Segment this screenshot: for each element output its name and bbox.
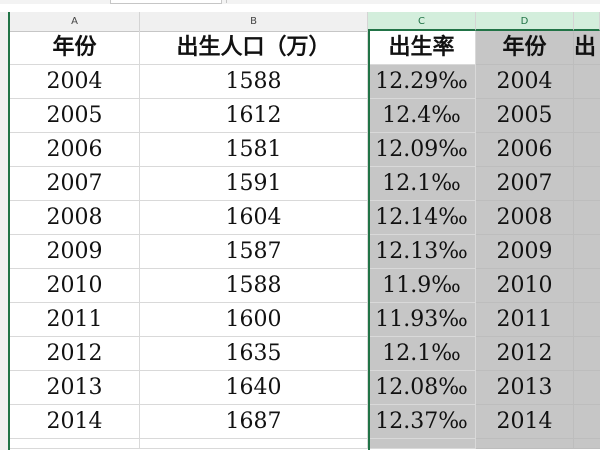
cell-partial[interactable] bbox=[574, 269, 600, 303]
column-header-e[interactable] bbox=[574, 12, 600, 31]
cell-births[interactable]: 1687 bbox=[140, 405, 368, 439]
cell-year[interactable]: 2011 bbox=[10, 303, 140, 337]
cell-year-2[interactable]: 2007 bbox=[476, 167, 574, 201]
cell-births[interactable]: 1604 bbox=[140, 201, 368, 235]
cell-year-2[interactable]: 2011 bbox=[476, 303, 574, 337]
cell-birth-rate[interactable]: 12.14‰ bbox=[368, 201, 476, 235]
cell-year-2[interactable]: 2014 bbox=[476, 405, 574, 439]
table-row: 2014 1687 12.37‰ 2014 bbox=[10, 405, 600, 439]
cell-births[interactable]: 1612 bbox=[140, 99, 368, 133]
cell-births[interactable]: 1591 bbox=[140, 167, 368, 201]
cell-birth-rate[interactable]: 12.1‰ bbox=[368, 337, 476, 371]
cell-year-2[interactable]: 2005 bbox=[476, 99, 574, 133]
cell-birth-rate[interactable]: 12.4‰ bbox=[368, 99, 476, 133]
table-row: 2010 1588 11.9‰ 2010 bbox=[10, 269, 600, 303]
cell-birth-rate[interactable]: 12.08‰ bbox=[368, 371, 476, 405]
cell-births[interactable]: 1588 bbox=[140, 269, 368, 303]
cell-births[interactable]: 1587 bbox=[140, 235, 368, 269]
cell-birth-rate[interactable]: 12.29‰ bbox=[368, 65, 476, 99]
table-row: 2011 1600 11.93‰ 2011 bbox=[10, 303, 600, 337]
cell-partial-row[interactable] bbox=[368, 439, 476, 449]
cell-partial[interactable] bbox=[574, 337, 600, 371]
cell-year[interactable]: 2004 bbox=[10, 65, 140, 99]
cell-births[interactable]: 1581 bbox=[140, 133, 368, 167]
table-row: 2006 1581 12.09‰ 2006 bbox=[10, 133, 600, 167]
cell-year-2[interactable]: 2006 bbox=[476, 133, 574, 167]
header-births[interactable]: 出生人口（万） bbox=[140, 31, 368, 65]
sheet-tab-edge-2[interactable] bbox=[226, 0, 367, 3]
cell-births[interactable]: 1588 bbox=[140, 65, 368, 99]
cell-year[interactable]: 2014 bbox=[10, 405, 140, 439]
cell-year[interactable]: 2005 bbox=[10, 99, 140, 133]
cell-birth-rate[interactable]: 11.93‰ bbox=[368, 303, 476, 337]
cell-birth-rate[interactable]: 12.1‰ bbox=[368, 167, 476, 201]
sheet-tab-edge[interactable] bbox=[110, 0, 222, 4]
cell-year[interactable]: 2006 bbox=[10, 133, 140, 167]
cell-partial[interactable] bbox=[574, 65, 600, 99]
cell-year[interactable]: 2009 bbox=[10, 235, 140, 269]
cell-year[interactable]: 2013 bbox=[10, 371, 140, 405]
table-row: 2008 1604 12.14‰ 2008 bbox=[10, 201, 600, 235]
table-row: 2013 1640 12.08‰ 2013 bbox=[10, 371, 600, 405]
cell-partial-row[interactable] bbox=[10, 439, 140, 449]
cell-partial-row[interactable] bbox=[476, 439, 574, 449]
cell-year[interactable]: 2007 bbox=[10, 167, 140, 201]
table-row: 2009 1587 12.13‰ 2009 bbox=[10, 235, 600, 269]
cell-year-2[interactable]: 2013 bbox=[476, 371, 574, 405]
cell-year-2[interactable]: 2012 bbox=[476, 337, 574, 371]
cell-partial-row[interactable] bbox=[574, 439, 600, 449]
cell-birth-rate[interactable]: 12.13‰ bbox=[368, 235, 476, 269]
cell-birth-rate[interactable]: 12.09‰ bbox=[368, 133, 476, 167]
cell-year[interactable]: 2010 bbox=[10, 269, 140, 303]
selection-border bbox=[368, 30, 370, 450]
column-header-a[interactable]: A bbox=[10, 12, 140, 31]
cell-partial[interactable] bbox=[574, 405, 600, 439]
cell-births[interactable]: 1600 bbox=[140, 303, 368, 337]
cell-partial[interactable] bbox=[574, 303, 600, 337]
table-header-row: 年份 出生人口（万） 出生率 年份 出 bbox=[10, 31, 600, 65]
ribbon-edge bbox=[0, 0, 600, 4]
column-header-row: A B C D bbox=[0, 12, 600, 32]
header-partial[interactable]: 出 bbox=[574, 31, 600, 65]
table-row: 2012 1635 12.1‰ 2012 bbox=[10, 337, 600, 371]
table-row: 2004 1588 12.29‰ 2004 bbox=[10, 65, 600, 99]
column-header-b[interactable]: B bbox=[140, 12, 368, 31]
cell-year-2[interactable]: 2008 bbox=[476, 201, 574, 235]
cell-births[interactable]: 1640 bbox=[140, 371, 368, 405]
cell-partial[interactable] bbox=[574, 371, 600, 405]
cell-partial[interactable] bbox=[574, 133, 600, 167]
header-year[interactable]: 年份 bbox=[10, 31, 140, 65]
cell-birth-rate[interactable]: 11.9‰ bbox=[368, 269, 476, 303]
cell-births[interactable]: 1635 bbox=[140, 337, 368, 371]
column-header-c[interactable]: C bbox=[368, 12, 476, 31]
cell-partial-row[interactable] bbox=[140, 439, 368, 449]
cell-partial[interactable] bbox=[574, 201, 600, 235]
cell-partial[interactable] bbox=[574, 167, 600, 201]
cell-birth-rate[interactable]: 12.37‰ bbox=[368, 405, 476, 439]
row-header-strip bbox=[0, 12, 10, 450]
cell-year-2[interactable]: 2004 bbox=[476, 65, 574, 99]
column-header-d[interactable]: D bbox=[476, 12, 574, 31]
cell-year-2[interactable]: 2010 bbox=[476, 269, 574, 303]
table-row-partial bbox=[10, 439, 600, 473]
table-row: 2007 1591 12.1‰ 2007 bbox=[10, 167, 600, 201]
table-row: 2005 1612 12.4‰ 2005 bbox=[10, 99, 600, 133]
cell-year-2[interactable]: 2009 bbox=[476, 235, 574, 269]
header-year-2[interactable]: 年份 bbox=[476, 31, 574, 65]
header-birth-rate[interactable]: 出生率 bbox=[368, 31, 476, 65]
cell-partial[interactable] bbox=[574, 235, 600, 269]
cell-partial[interactable] bbox=[574, 99, 600, 133]
cell-year[interactable]: 2012 bbox=[10, 337, 140, 371]
cell-year[interactable]: 2008 bbox=[10, 201, 140, 235]
